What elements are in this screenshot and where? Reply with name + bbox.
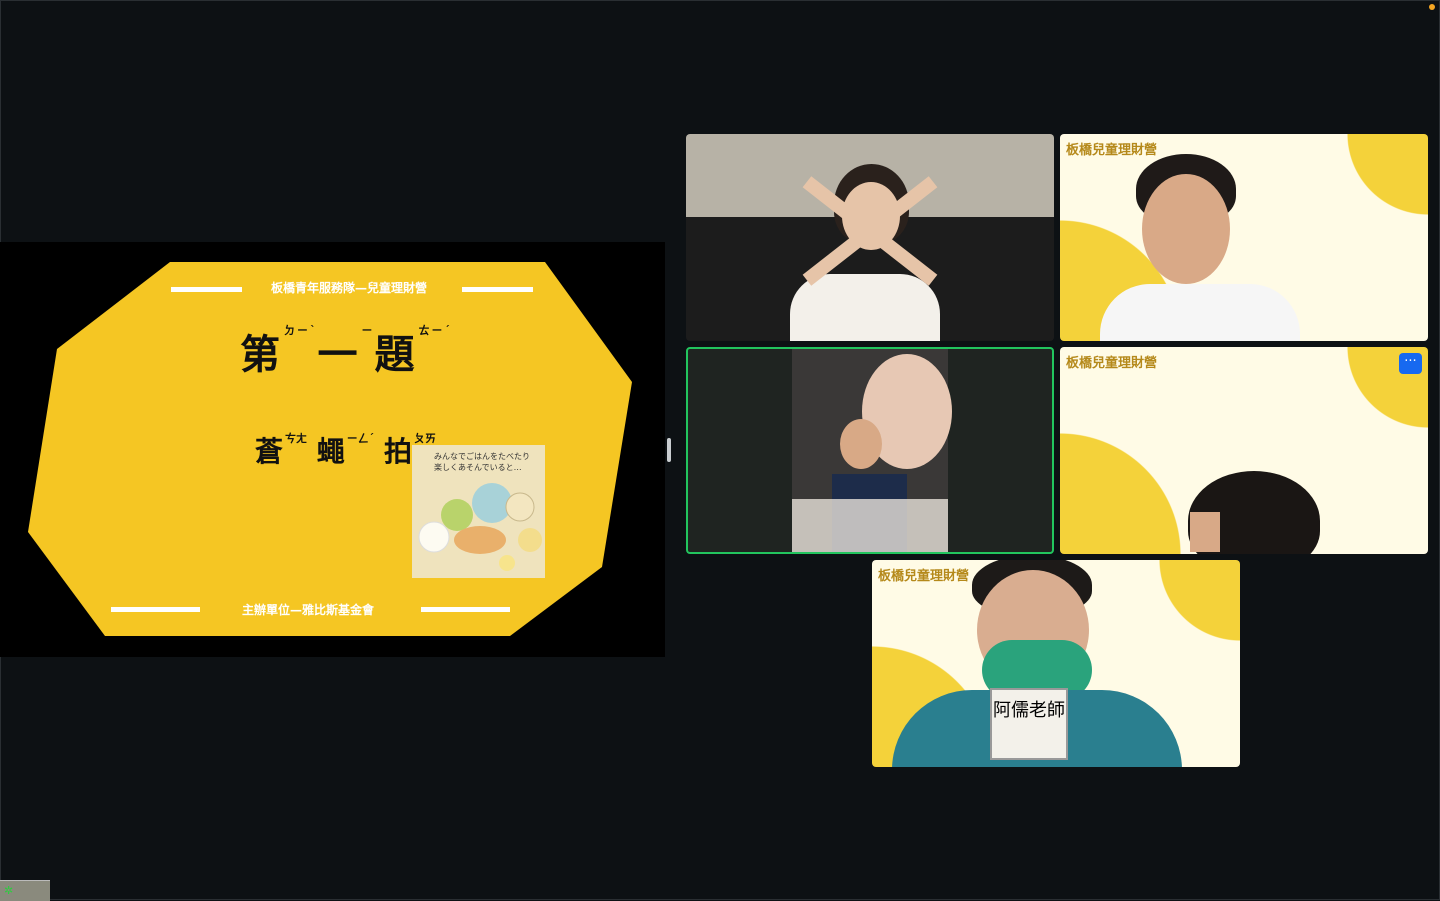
footer-bar-right	[421, 607, 510, 612]
virtual-background-label: 板橋兒童理財營	[1066, 143, 1158, 158]
video-tile-1[interactable]	[686, 134, 1054, 341]
video-tile-4[interactable]: 板橋兒童理財營 ···	[1060, 347, 1428, 554]
video-tile-5[interactable]: 板橋兒童理財營 阿儒老師	[872, 560, 1240, 767]
slide-title: 第ㄉㄧˋ一ㄧ題ㄊㄧˊ	[240, 324, 452, 378]
slide-footer: 主辦單位—雅比斯基金會	[242, 603, 375, 617]
resize-handle[interactable]	[667, 438, 671, 462]
more-options-button[interactable]: ···	[1399, 353, 1422, 374]
status-indicator-dot	[1429, 4, 1435, 10]
virtual-background-label: 板橋兒童理財營	[1066, 356, 1158, 371]
illustration-image: みんなでごはんをたべたり 楽しくあそんでいると…	[412, 445, 545, 578]
video-tile-2[interactable]: 板橋兒童理財營	[1060, 134, 1428, 341]
app-status-icon[interactable]: ✲	[4, 884, 13, 897]
header-bar-left	[171, 287, 242, 292]
video-tile-3-active-speaker[interactable]	[686, 347, 1054, 554]
quiz-word: 蒼ㄘㄤ 蠅ㄧㄥˊ 拍ㄆㄞ	[255, 432, 437, 468]
header-bar-right	[462, 287, 533, 292]
virtual-background-label: 板橋兒童理財營	[878, 569, 970, 584]
name-badge: 阿儒老師	[990, 688, 1068, 760]
participant-video	[792, 349, 952, 552]
taskbar-corner[interactable]: ✲	[0, 880, 50, 901]
slide-header: 板橋青年服務隊—兒童理財營	[271, 281, 428, 295]
footer-bar-left	[111, 607, 200, 612]
